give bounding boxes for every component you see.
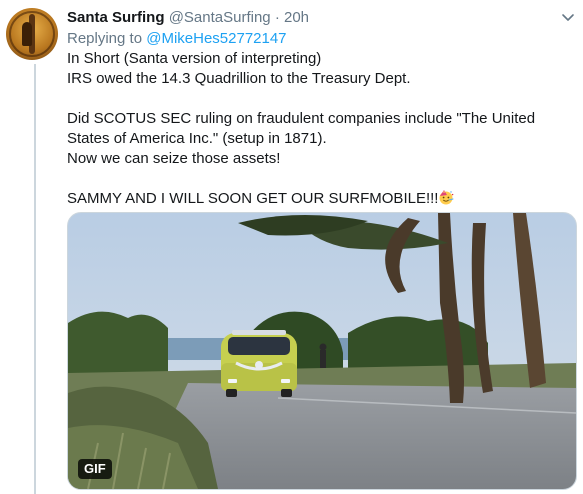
tweet-line: SAMMY AND I WILL SOON GET OUR SURFMOBILE…: [67, 190, 439, 207]
thread-line: [34, 64, 36, 494]
handle[interactable]: @SantaSurfing: [169, 9, 271, 26]
tweet-line: Did SCOTUS SEC ruling on fraudulent comp…: [67, 110, 536, 147]
timestamp[interactable]: 20h: [284, 9, 309, 26]
gif-scene: [68, 213, 576, 489]
chevron-down-icon[interactable]: [561, 10, 575, 24]
tweet-header: Santa Surfing @SantaSurfing · 20h: [67, 8, 571, 28]
tweet-line: In Short (Santa version of interpreting): [67, 50, 322, 67]
tweet-line: IRS owed the 14.3 Quadrillion to the Tre…: [67, 70, 411, 87]
tweet-line-last: SAMMY AND I WILL SOON GET OUR SURFMOBILE…: [67, 189, 572, 209]
gif-media[interactable]: GIF: [67, 212, 577, 490]
tweet-line: Now we can seize those assets!: [67, 150, 281, 167]
replying-prefix: Replying to: [67, 30, 143, 47]
replying-to: Replying to @MikeHes52772147: [67, 29, 287, 49]
partying-face-icon: [439, 190, 454, 205]
display-name[interactable]: Santa Surfing: [67, 9, 165, 26]
tweet-text: In Short (Santa version of interpreting)…: [67, 49, 572, 209]
avatar[interactable]: [6, 8, 58, 60]
replying-to-link[interactable]: @MikeHes52772147: [146, 30, 286, 47]
gif-badge: GIF: [78, 459, 112, 479]
separator: ·: [274, 9, 280, 26]
